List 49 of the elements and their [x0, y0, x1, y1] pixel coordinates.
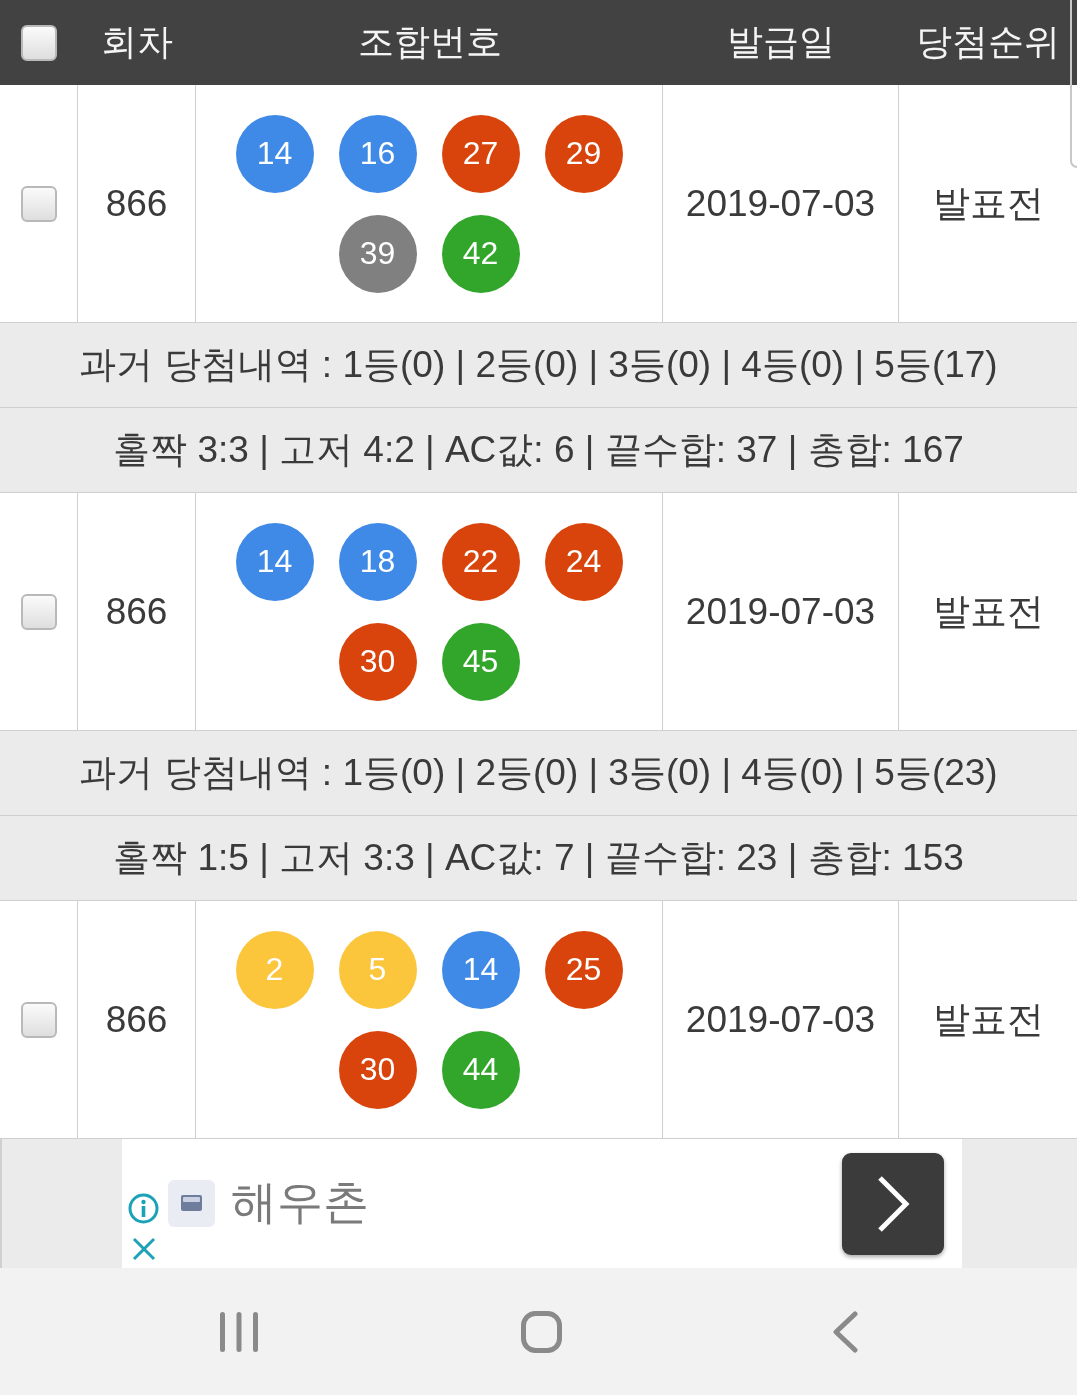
number-ball: 2	[235, 930, 314, 1009]
number-ball: 25	[544, 930, 623, 1009]
recent-apps-icon[interactable]	[220, 1311, 258, 1352]
number-ball: 14	[441, 930, 520, 1009]
column-header: 조합번호	[357, 20, 502, 64]
next-button[interactable]	[842, 1153, 944, 1255]
number-ball: 45	[441, 622, 520, 701]
issue-date: 2019-07-03	[685, 998, 876, 1041]
issue-date: 2019-07-03	[685, 590, 876, 633]
number-ball: 30	[338, 622, 417, 701]
past-wins-summary: 과거 당첨내역 : 1등(0) | 2등(0) | 3등(0) | 4등(0) | 5등(23)	[79, 751, 998, 795]
number-ball: 16	[338, 114, 417, 193]
number-ball: 27	[441, 114, 520, 193]
prize-rank: 발표전	[932, 181, 1044, 226]
row-checkbox[interactable]	[20, 185, 57, 222]
number-ball: 14	[235, 522, 314, 601]
number-ball: 30	[338, 1030, 417, 1109]
round-number: 866	[105, 590, 168, 633]
number-ball: 39	[338, 214, 417, 293]
column-header: 회차	[101, 20, 173, 64]
ad-title[interactable]: 해우촌	[231, 1173, 369, 1231]
number-ball: 18	[338, 522, 417, 601]
number-ball: 44	[441, 1030, 520, 1109]
close-icon[interactable]	[130, 1236, 157, 1262]
prize-rank: 발표전	[932, 997, 1044, 1042]
number-stats-summary: 홀짝 3:3 | 고저 4:2 | AC값: 6 | 끝수합: 37 | 총합: 167	[113, 428, 964, 472]
prize-rank: 발표전	[932, 589, 1044, 634]
number-stats-summary: 홀짝 1:5 | 고저 3:3 | AC값: 7 | 끝수합: 23 | 총합: 153	[113, 836, 964, 880]
column-header: 당첨순위	[916, 20, 1060, 64]
number-ball: 22	[441, 522, 520, 601]
back-icon[interactable]	[833, 1310, 858, 1353]
chevron-right-icon	[875, 1174, 911, 1234]
number-ball: 5	[338, 930, 417, 1009]
column-header: 발급일	[727, 20, 835, 64]
select-all-checkbox[interactable]	[21, 24, 57, 61]
round-number: 866	[105, 998, 168, 1041]
number-ball: 42	[441, 214, 520, 293]
number-ball: 29	[544, 114, 623, 193]
scrollbar-thumb[interactable]	[1070, 0, 1077, 168]
issue-date: 2019-07-03	[685, 182, 876, 225]
home-icon[interactable]	[521, 1310, 562, 1353]
number-ball: 14	[235, 114, 314, 193]
round-number: 866	[105, 182, 168, 225]
number-ball: 24	[544, 522, 623, 601]
row-checkbox[interactable]	[20, 1001, 57, 1038]
row-checkbox[interactable]	[20, 593, 57, 630]
info-icon[interactable]	[128, 1193, 159, 1224]
past-wins-summary: 과거 당첨내역 : 1등(0) | 2등(0) | 3등(0) | 4등(0) | 5등(17)	[79, 343, 998, 387]
app-tile-icon	[168, 1180, 215, 1227]
